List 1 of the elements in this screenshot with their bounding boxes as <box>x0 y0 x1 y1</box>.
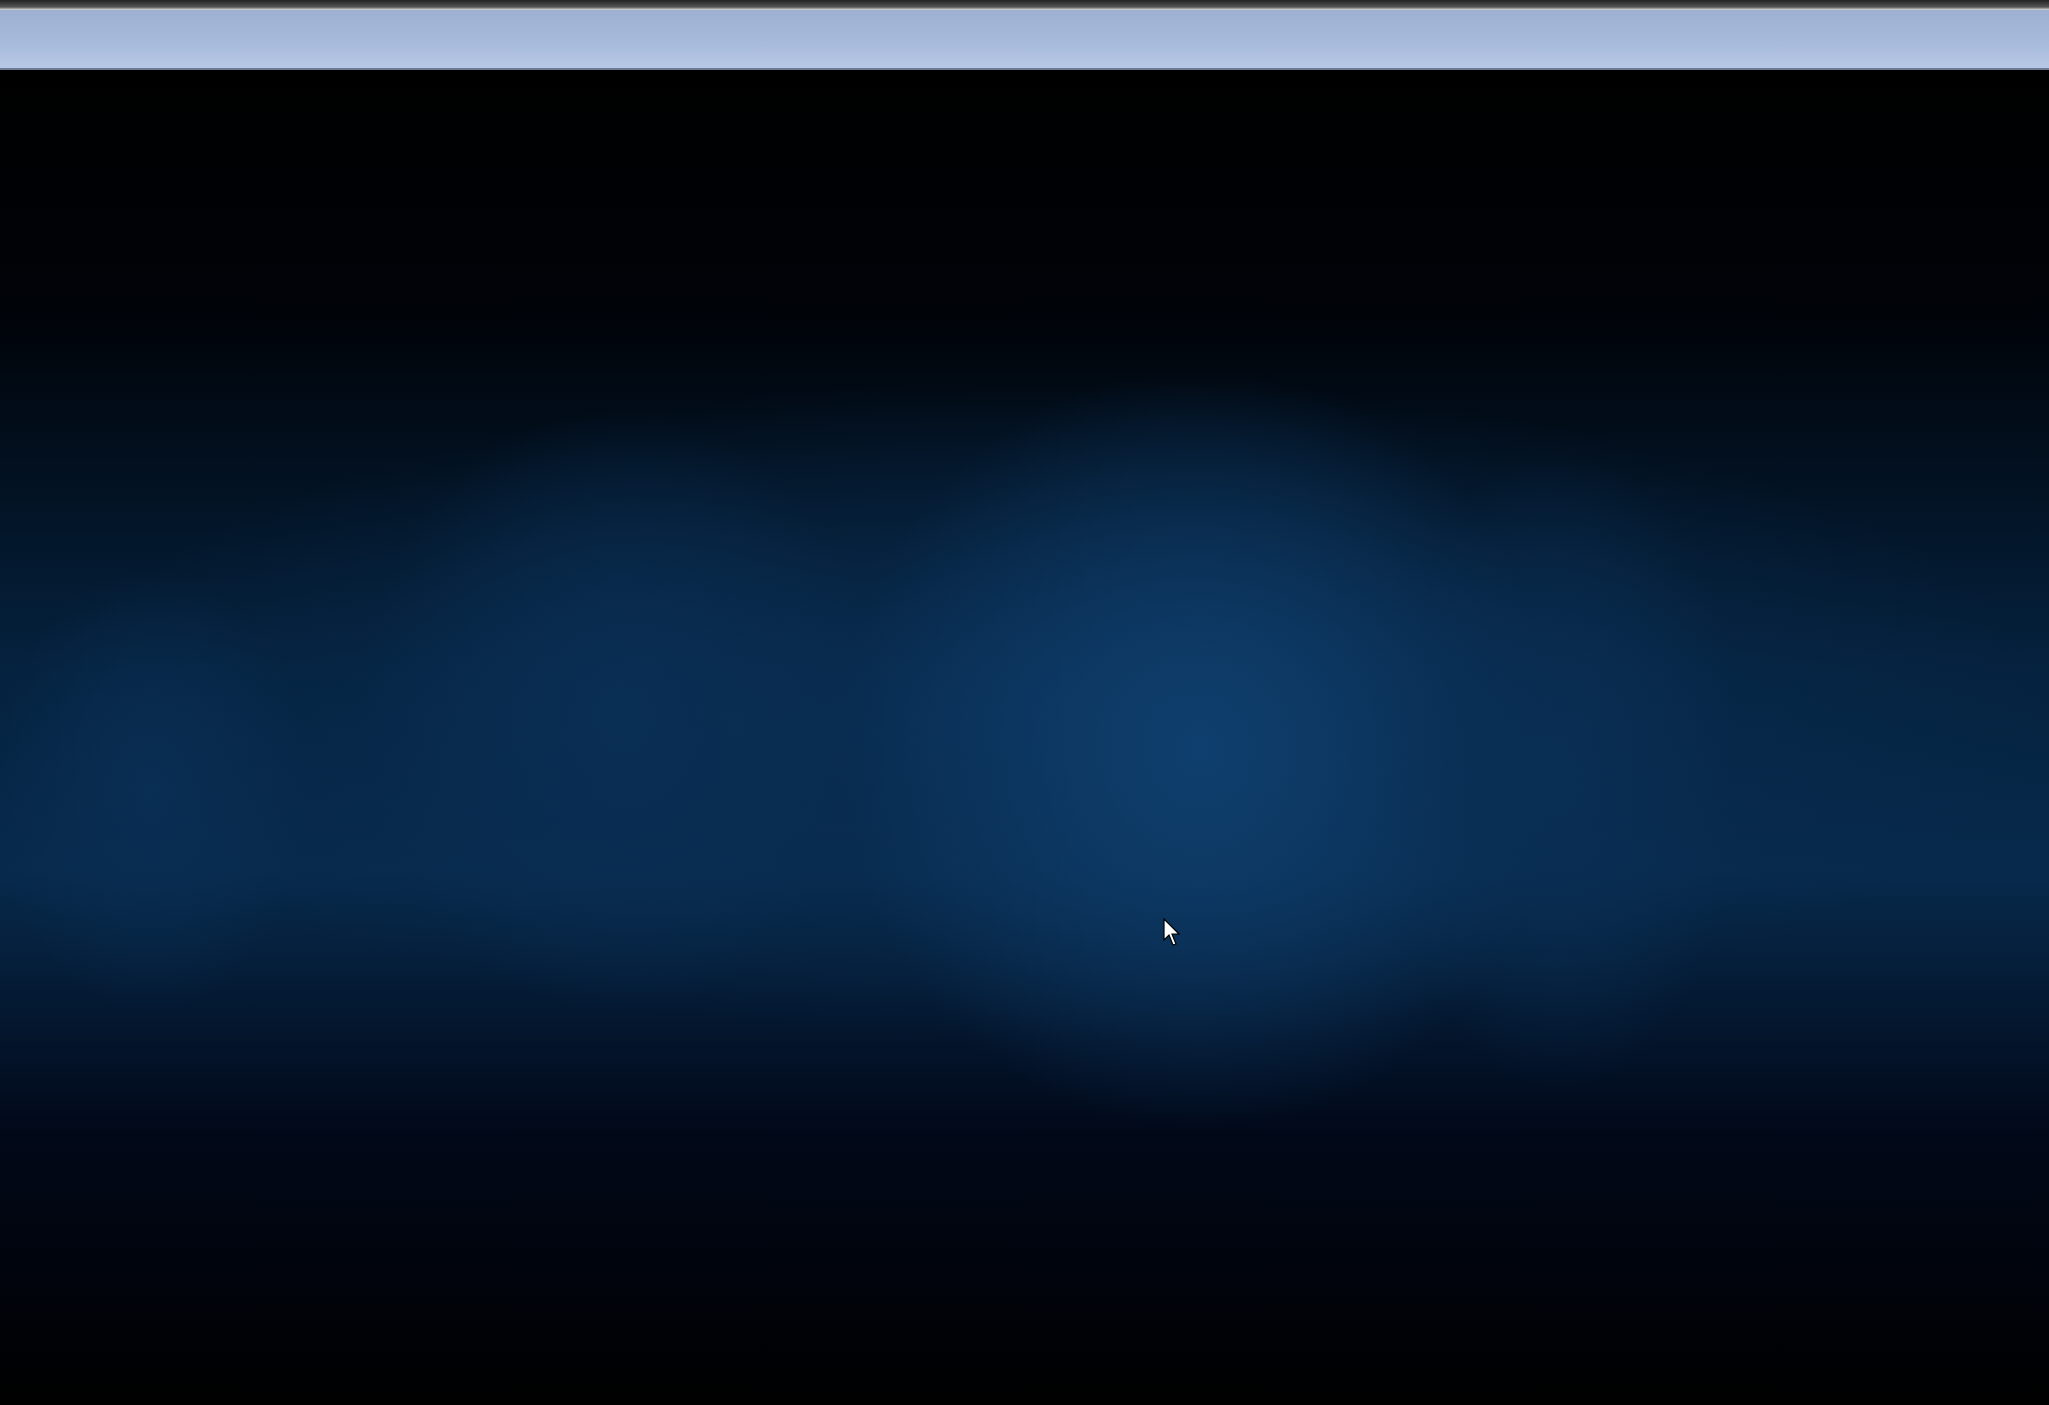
pointer-icon <box>1163 918 1183 948</box>
